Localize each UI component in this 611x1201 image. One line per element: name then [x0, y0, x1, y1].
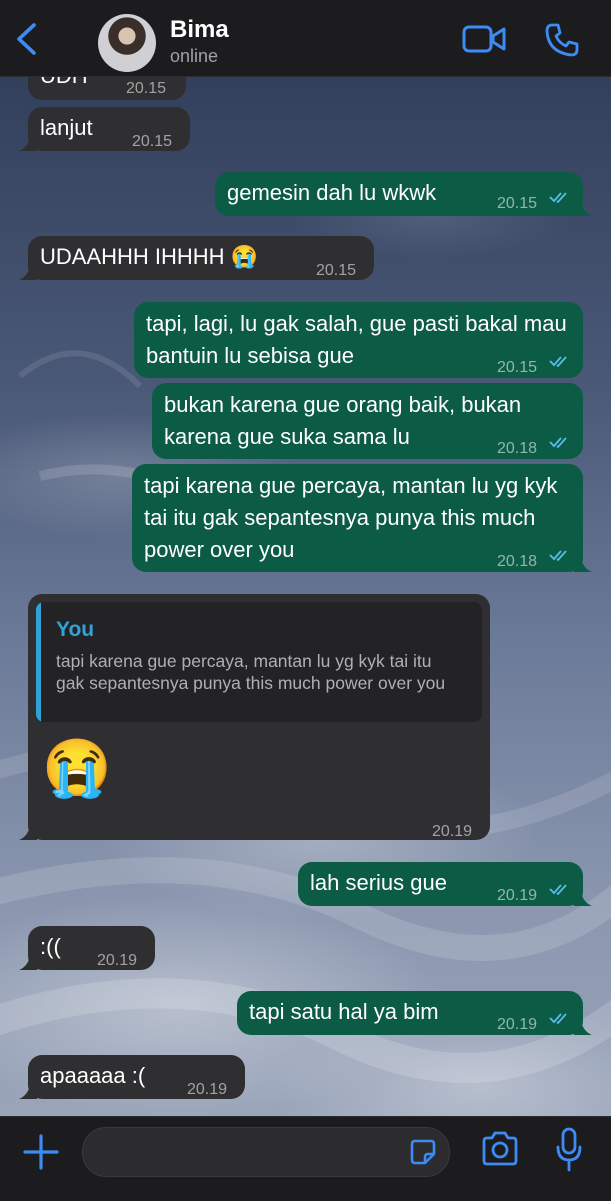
sticker-icon[interactable] — [409, 1138, 437, 1166]
composer-bar — [0, 1116, 611, 1201]
bubble-tail — [19, 133, 37, 151]
camera-icon[interactable] — [480, 1131, 520, 1167]
quoted-text: tapi karena gue percaya, mantan lu yg ky… — [56, 651, 446, 693]
message-time: 20.15 — [132, 133, 173, 150]
message-bubble-outgoing[interactable]: tapi satu hal ya bim 20.19 — [237, 991, 592, 1035]
bubble-tail — [574, 888, 592, 906]
bubble-tail — [574, 198, 592, 216]
read-receipt-icon — [549, 550, 567, 562]
chat-header: Bima online — [0, 0, 611, 77]
avatar[interactable] — [98, 14, 156, 72]
message-text: gemesin dah lu wkwk — [227, 180, 437, 205]
message-list[interactable]: UDH 20.15 lanjut 20.15 gemesin dah lu wk… — [0, 76, 611, 1116]
video-call-icon[interactable] — [462, 24, 506, 54]
contact-status: online — [170, 46, 219, 66]
message-bubble-incoming[interactable]: UDAAHHH IHHHH 😭 20.15 — [19, 236, 374, 280]
message-bubble-incoming-reply[interactable]: You tapi karena gue percaya, mantan lu y… — [19, 594, 490, 840]
read-receipt-icon — [549, 437, 567, 449]
message-bubble-outgoing[interactable]: gemesin dah lu wkwk 20.15 — [215, 172, 592, 216]
bubble-tail — [574, 554, 592, 572]
bubble-tail — [574, 1017, 592, 1035]
message-bubble-outgoing[interactable]: bukan karena gue orang baik, bukan karen… — [152, 383, 583, 459]
message-text: tapi satu hal ya bim — [249, 999, 439, 1024]
message-input[interactable] — [99, 1136, 403, 1168]
plus-icon[interactable] — [22, 1133, 60, 1171]
message-time: 20.18 — [497, 440, 538, 457]
message-bubble-incoming[interactable]: lanjut 20.15 — [19, 107, 190, 151]
quote-accent-bar — [36, 602, 41, 722]
read-receipt-icon — [549, 1013, 567, 1025]
message-text: lah serius gue — [310, 870, 447, 895]
message-emoji: 😭 — [42, 736, 112, 799]
message-time: 20.15 — [316, 262, 357, 279]
message-input-wrapper[interactable] — [82, 1127, 450, 1177]
message-time: 20.19 — [497, 887, 538, 904]
message-text: apaaaaa :( — [40, 1063, 146, 1088]
quoted-author: You — [56, 618, 95, 641]
message-time: 20.19 — [432, 823, 473, 840]
bubble-tail — [19, 822, 37, 840]
bubble-tail — [19, 262, 37, 280]
message-text: lanjut — [40, 115, 93, 140]
read-receipt-icon — [549, 192, 567, 204]
phone-icon[interactable] — [544, 22, 580, 58]
read-receipt-icon — [549, 884, 567, 896]
message-bubble-outgoing[interactable]: tapi, lagi, lu gak salah, gue pasti baka… — [134, 302, 583, 378]
microphone-icon[interactable] — [556, 1127, 582, 1173]
read-receipt-icon — [549, 356, 567, 368]
message-bubble-incoming[interactable]: :(( 20.19 — [19, 926, 155, 970]
message-time: 20.18 — [497, 553, 538, 570]
message-time: 20.19 — [187, 1081, 228, 1098]
message-bubble-outgoing[interactable]: tapi karena gue percaya, mantan lu yg ky… — [132, 464, 592, 572]
chevron-left-icon[interactable] — [12, 22, 40, 56]
message-time: 20.15 — [497, 359, 538, 376]
message-bubble-incoming[interactable]: apaaaaa :( 20.19 — [19, 1055, 245, 1099]
message-time: 20.15 — [497, 195, 538, 212]
contact-name[interactable]: Bima — [170, 16, 229, 44]
message-time: 20.19 — [97, 952, 138, 969]
quoted-message[interactable]: You tapi karena gue percaya, mantan lu y… — [36, 602, 482, 722]
message-text: UDAAHHH IHHHH 😭 — [40, 244, 259, 269]
message-text: :(( — [40, 934, 61, 959]
message-time: 20.19 — [497, 1016, 538, 1033]
bubble-tail — [19, 1081, 37, 1099]
message-text: UDH — [40, 76, 88, 92]
message-bubble-incoming[interactable]: UDH 20.15 — [28, 76, 186, 100]
message-time: 20.15 — [126, 80, 167, 97]
message-bubble-outgoing[interactable]: lah serius gue 20.19 — [298, 862, 592, 906]
bubble-tail — [19, 952, 37, 970]
